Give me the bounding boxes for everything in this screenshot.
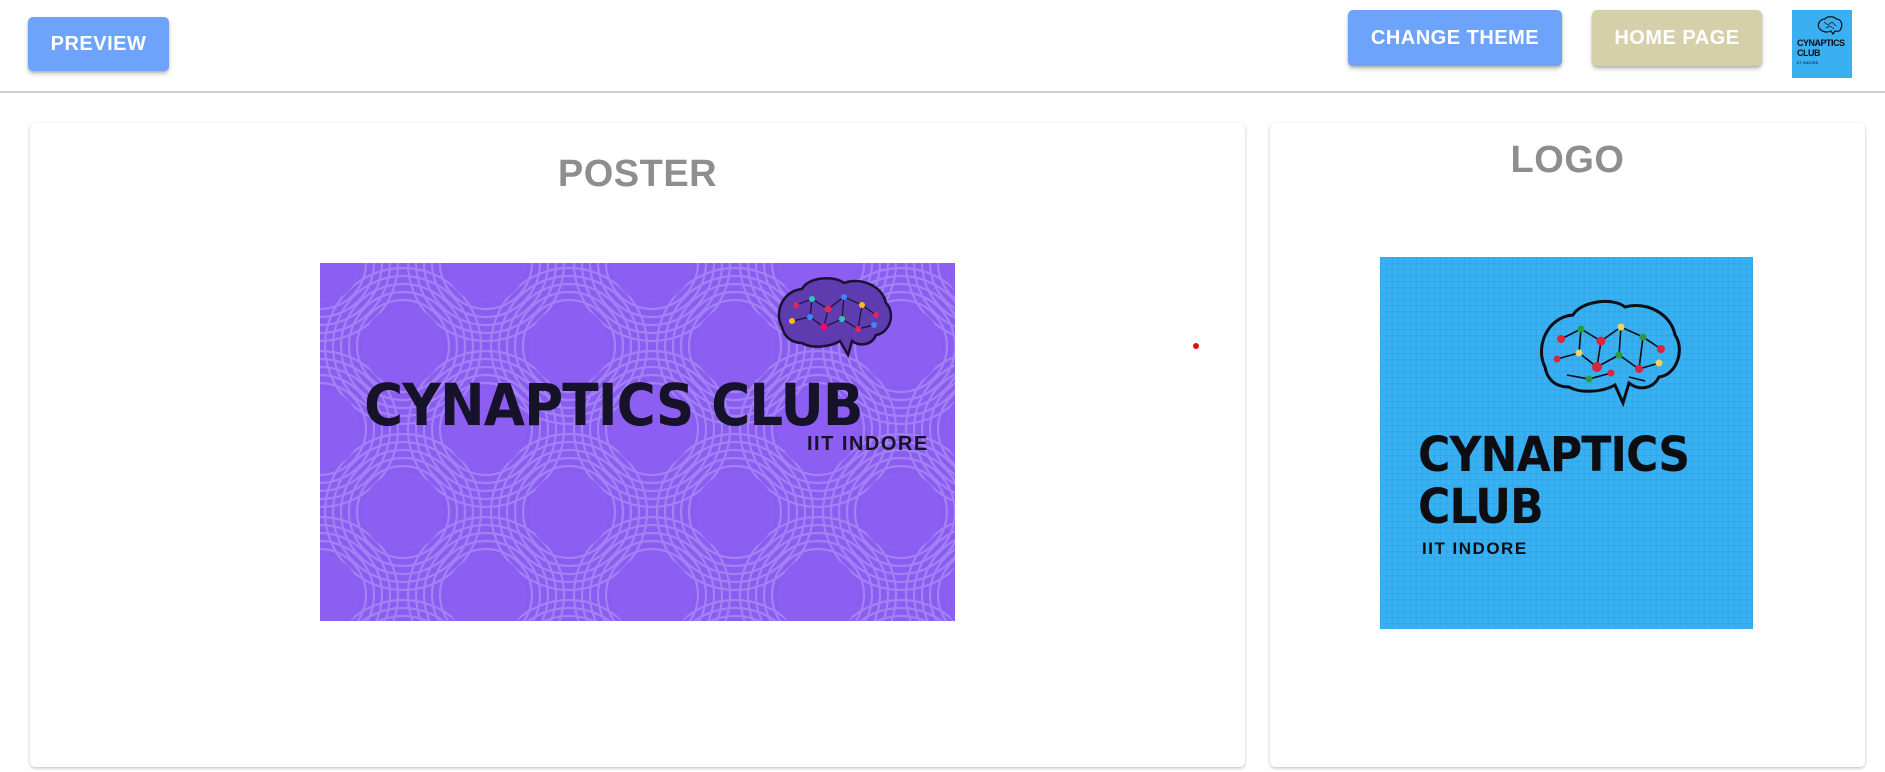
logo-card: LOGO CYNAPTICS CLUB IIT INDORE (1270, 123, 1865, 767)
club-logo-avatar[interactable]: CYNAPTICS CLUB IIT INDORE (1792, 10, 1852, 78)
logo-image[interactable]: CYNAPTICS CLUB IIT INDORE (1380, 257, 1753, 629)
preview-button[interactable]: PREVIEW (28, 17, 169, 71)
logo-image-subtitle: IIT INDORE (1422, 539, 1528, 558)
logo-title-line1: CYNAPTICS (1418, 427, 1690, 483)
avatar-text: CYNAPTICS CLUB (1797, 38, 1845, 58)
change-theme-button[interactable]: CHANGE THEME (1348, 10, 1562, 66)
poster-card: POSTER CYNAPTICS CLUB IIT INDORE (30, 123, 1245, 767)
poster-image[interactable]: CYNAPTICS CLUB IIT INDORE (320, 263, 955, 621)
brain-icon (1540, 299, 1681, 408)
poster-image-subtitle: IIT INDORE (807, 433, 929, 455)
logo-image-title: CYNAPTICS CLUB (1418, 427, 1690, 535)
brain-icon (1817, 16, 1843, 36)
cursor-dot (1193, 343, 1199, 349)
logo-card-title: LOGO (1510, 139, 1625, 181)
poster-card-title: POSTER (557, 153, 718, 195)
poster-image-title: CYNAPTICS CLUB (364, 371, 864, 439)
top-app-bar: PREVIEW CHANGE THEME HOME PAGE CYNAPTICS… (0, 0, 1885, 93)
logo-title-line2: CLUB (1418, 479, 1544, 535)
avatar-subtext: IIT INDORE (1797, 60, 1819, 65)
home-page-button[interactable]: HOME PAGE (1592, 10, 1762, 66)
brain-icon (777, 276, 893, 359)
